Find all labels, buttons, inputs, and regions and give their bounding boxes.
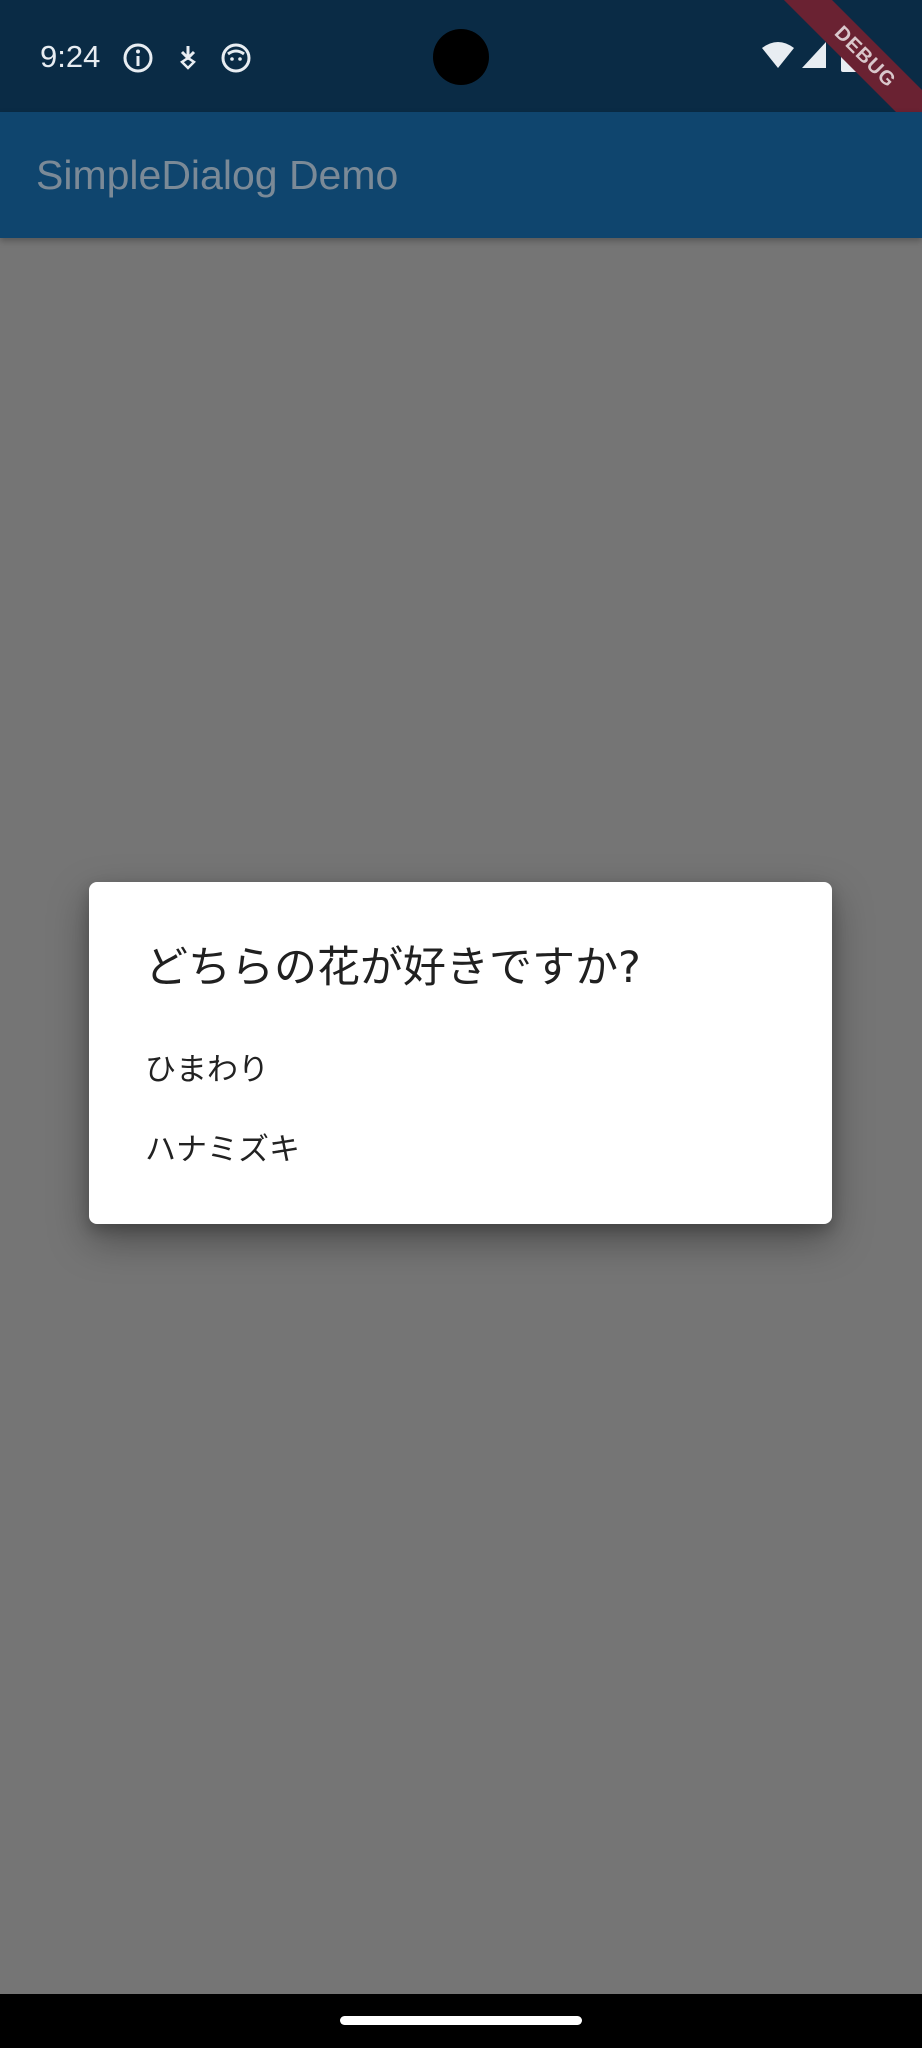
face-icon [220, 42, 252, 74]
dialog-option-label: ハナミズキ [145, 1132, 300, 1168]
camera-cutout [433, 29, 489, 85]
home-indicator[interactable] [340, 2016, 582, 2025]
status-bar: 9:24 DEBUG [0, 0, 922, 151]
app-bar-title: SimpleDialog Demo [36, 152, 399, 198]
app-bar: SimpleDialog Demo [0, 112, 922, 238]
simple-dialog: どちらの花が好きですか? ひまわり ハナミズキ [89, 882, 832, 1224]
info-icon [122, 42, 154, 74]
wifi-icon [760, 40, 796, 74]
dialog-option-label: ひまわり [145, 1052, 269, 1088]
status-time: 9:24 [40, 39, 101, 74]
dialog-title: どちらの花が好きですか? [145, 943, 641, 993]
dialog-option-hanamizuki[interactable]: ハナミズキ [89, 1110, 832, 1190]
screen: 9:24 DEBUG SimpleDialog Demo どちらの花が好きですか… [0, 0, 922, 2048]
navigation-bar [0, 1994, 922, 2048]
download-icon [172, 42, 204, 74]
dialog-option-himawari[interactable]: ひまわり [89, 1030, 832, 1110]
signal-icon [800, 40, 828, 74]
